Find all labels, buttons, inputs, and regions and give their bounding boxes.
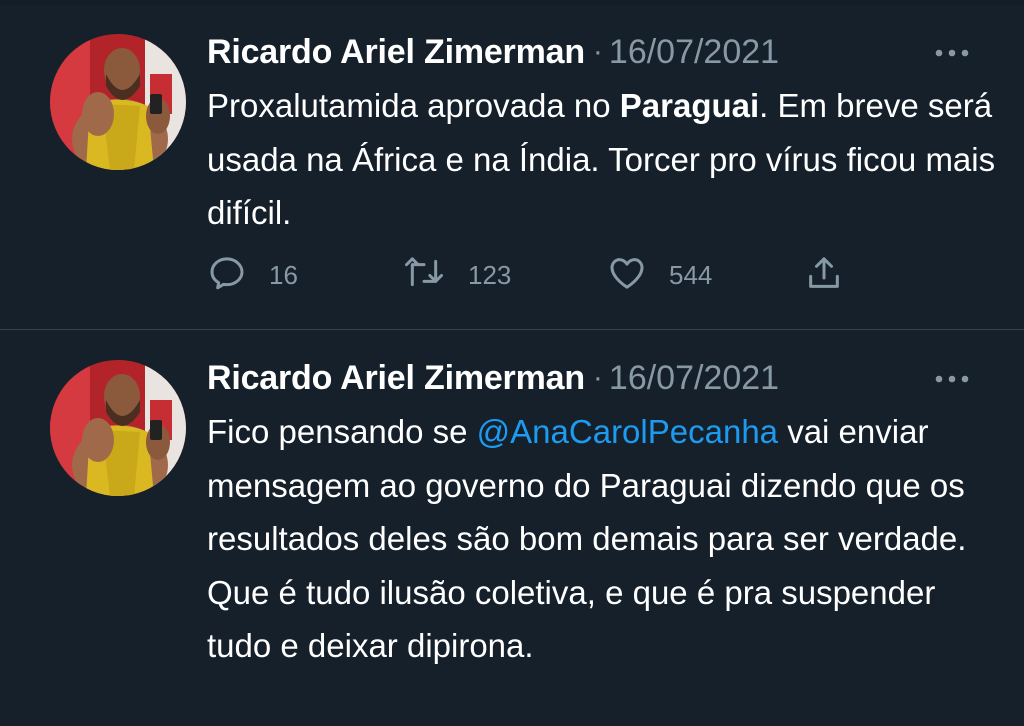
- retweet-icon: [402, 253, 446, 298]
- share-button[interactable]: [804, 250, 844, 300]
- share-icon: [804, 253, 844, 298]
- avatar[interactable]: [50, 360, 186, 496]
- reply-count: 16: [269, 259, 298, 290]
- author-name[interactable]: Ricardo Ariel Zimerman: [207, 359, 585, 398]
- separator-dot: ·: [592, 361, 603, 394]
- heart-icon: [607, 253, 647, 298]
- tweet-text-part: Fico pensando se: [207, 413, 477, 450]
- like-count: 544: [669, 259, 713, 290]
- separator-dot: ·: [592, 35, 603, 68]
- tweet-card[interactable]: Ricardo Ariel Zimerman · 16/07/2021 Prox…: [0, 0, 1024, 330]
- mention-link[interactable]: @AnaCarolPecanha: [477, 413, 778, 450]
- tweet-text-bold: Paraguai: [619, 87, 760, 124]
- tweet-date[interactable]: 16/07/2021: [609, 33, 779, 72]
- more-dots-icon[interactable]: [930, 364, 974, 394]
- tweet-header: Ricardo Ariel Zimerman · 16/07/2021: [207, 30, 779, 74]
- author-name[interactable]: Ricardo Ariel Zimerman: [207, 33, 585, 72]
- tweet-card[interactable]: Ricardo Ariel Zimerman · 16/07/2021 Fico…: [0, 330, 1024, 726]
- tweet-text-part: Proxalutamida aprovada no: [207, 87, 620, 124]
- tweet-text: Proxalutamida aprovada no Paraguai. Em b…: [207, 79, 997, 240]
- tweet-date[interactable]: 16/07/2021: [609, 359, 779, 398]
- more-dots-icon[interactable]: [930, 38, 974, 68]
- avatar[interactable]: [50, 34, 186, 170]
- like-button[interactable]: 544: [607, 250, 712, 300]
- tweet-text: Fico pensando se @AnaCarolPecanha vai en…: [207, 405, 997, 673]
- tweet-text-part: vai enviar mensagem ao governo do Paragu…: [207, 413, 967, 664]
- retweet-count: 123: [468, 259, 512, 290]
- tweet-header: Ricardo Ariel Zimerman · 16/07/2021: [207, 356, 779, 400]
- retweet-button[interactable]: 123: [402, 250, 511, 300]
- reply-button[interactable]: 16: [207, 250, 298, 300]
- reply-icon: [207, 253, 247, 298]
- tweet-actions: 16 123 544: [207, 250, 907, 300]
